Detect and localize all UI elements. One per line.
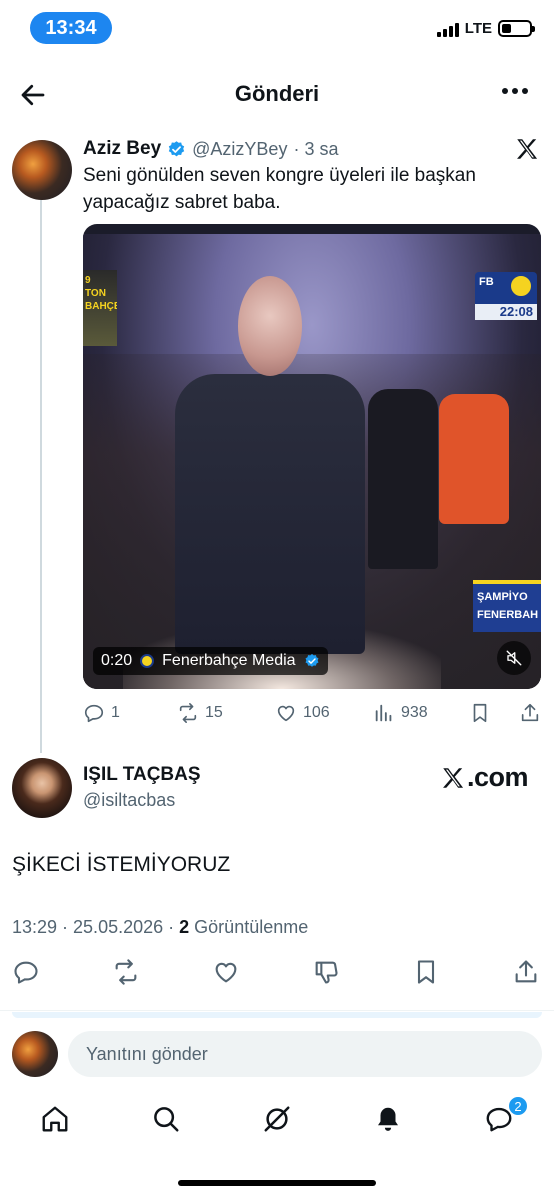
like-button[interactable] (212, 958, 242, 988)
bookmark-button[interactable] (412, 958, 442, 988)
avatar[interactable] (12, 758, 72, 818)
avatar[interactable] (12, 140, 72, 200)
video-player[interactable]: 9 TON BAHÇE FB 22:08 ŞAMPİYO FENERBAH 0:… (83, 224, 541, 689)
bell-icon (378, 1107, 398, 1131)
repost-button[interactable] (112, 958, 142, 988)
thumbs-down-icon (315, 961, 338, 984)
mute-button[interactable] (497, 641, 531, 675)
nav-search[interactable] (151, 1104, 183, 1136)
like-count: 106 (303, 704, 330, 721)
author-handle[interactable]: @AzizYBey (192, 139, 287, 160)
video-info-overlay: 0:20 Fenerbahçe Media (93, 647, 328, 675)
tv-banner: ŞAMPİYO FENERBAH (473, 580, 541, 632)
thread-line (40, 198, 42, 753)
status-bar: 13:34 LTE (0, 0, 554, 58)
verified-badge-icon (305, 654, 319, 667)
view-count: 2 (179, 917, 190, 937)
status-indicators: LTE (436, 20, 535, 37)
tv-logo: FB 22:08 (475, 272, 537, 320)
bookmark-icon (473, 703, 487, 723)
reply-button[interactable] (12, 958, 42, 988)
reply-button[interactable]: 1 (83, 700, 120, 726)
x-watermark: .com (440, 762, 529, 793)
tv-clock: 22:08 (475, 304, 537, 320)
video-source: Fenerbahçe Media (162, 652, 296, 669)
home-indicator (178, 1180, 376, 1186)
dislike-button[interactable] (312, 958, 342, 988)
share-button[interactable] (512, 958, 542, 988)
status-time: 13:34 (30, 12, 112, 44)
network-label: LTE (464, 20, 492, 37)
repost-count: 15 (205, 704, 223, 721)
verified-badge-icon (168, 140, 185, 156)
reply-icon (14, 961, 38, 984)
notification-badge: 2 (508, 1096, 528, 1116)
views-icon (375, 704, 392, 722)
repost-button[interactable]: 15 (177, 700, 223, 726)
reply-count: 1 (111, 704, 120, 721)
home-icon (42, 1106, 68, 1132)
heart-icon (277, 705, 295, 722)
share-button[interactable] (519, 700, 541, 726)
views-count: 938 (401, 704, 428, 721)
author-name[interactable]: Aziz Bey (83, 138, 161, 160)
battery-icon (498, 20, 535, 37)
signal-icon (436, 21, 459, 37)
search-icon (154, 1107, 179, 1132)
nav-grok[interactable] (262, 1104, 294, 1136)
repost-icon (179, 703, 197, 723)
tweet-text: Seni gönülden seven kongre üyeleri ile b… (83, 165, 476, 213)
nav-notifications[interactable] (373, 1104, 405, 1136)
repost-icon (115, 959, 137, 985)
source-logo-icon (140, 654, 155, 668)
author-name[interactable]: IŞIL TAÇBAŞ (83, 764, 201, 786)
heart-icon (215, 962, 237, 983)
tweet-actions (0, 958, 554, 988)
tweet-meta: 13:29 · 25.05.2026 · 2 Görüntülenme (12, 917, 308, 938)
divider (0, 1010, 554, 1011)
page-title: Gönderi (234, 81, 320, 106)
avatar (12, 1031, 58, 1077)
timestamp: 13:29 · 25.05.2026 · (12, 917, 175, 937)
x-logo-icon (517, 139, 538, 159)
nav-messages[interactable]: 2 (484, 1096, 528, 1136)
muted-speaker-icon (506, 650, 522, 666)
channel-badge: 9 TON BAHÇE (83, 270, 117, 346)
views-button[interactable]: 938 (373, 700, 428, 726)
more-options-button[interactable] (502, 88, 528, 94)
author-handle[interactable]: @isiltacbas (83, 790, 175, 811)
bottom-nav: 2 (0, 1096, 554, 1144)
tweet-time: · 3 sa (293, 138, 339, 159)
bookmark-button[interactable] (469, 700, 491, 726)
reply-input[interactable] (68, 1031, 542, 1077)
quoted-tweet-actions: 1 15 106 938 (83, 700, 545, 726)
tweet-header: Aziz Bey @AzizYBey · 3 sa (83, 138, 338, 160)
reply-icon (84, 704, 104, 723)
back-button[interactable] (18, 80, 48, 110)
video-duration: 0:20 (101, 652, 133, 669)
views-label: Görüntülenme (194, 917, 309, 937)
arrow-left-icon (21, 84, 45, 106)
x-logo-icon (443, 767, 464, 788)
like-button[interactable]: 106 (275, 700, 330, 726)
divider (12, 1012, 542, 1018)
share-icon (515, 960, 537, 983)
share-icon (521, 703, 539, 722)
top-bar: Gönderi (0, 68, 554, 120)
bookmark-icon (417, 960, 435, 984)
nav-home[interactable] (40, 1104, 72, 1136)
tweet-text: ŞİKECİ İSTEMİYORUZ (12, 853, 231, 876)
grok-icon (264, 1106, 290, 1132)
